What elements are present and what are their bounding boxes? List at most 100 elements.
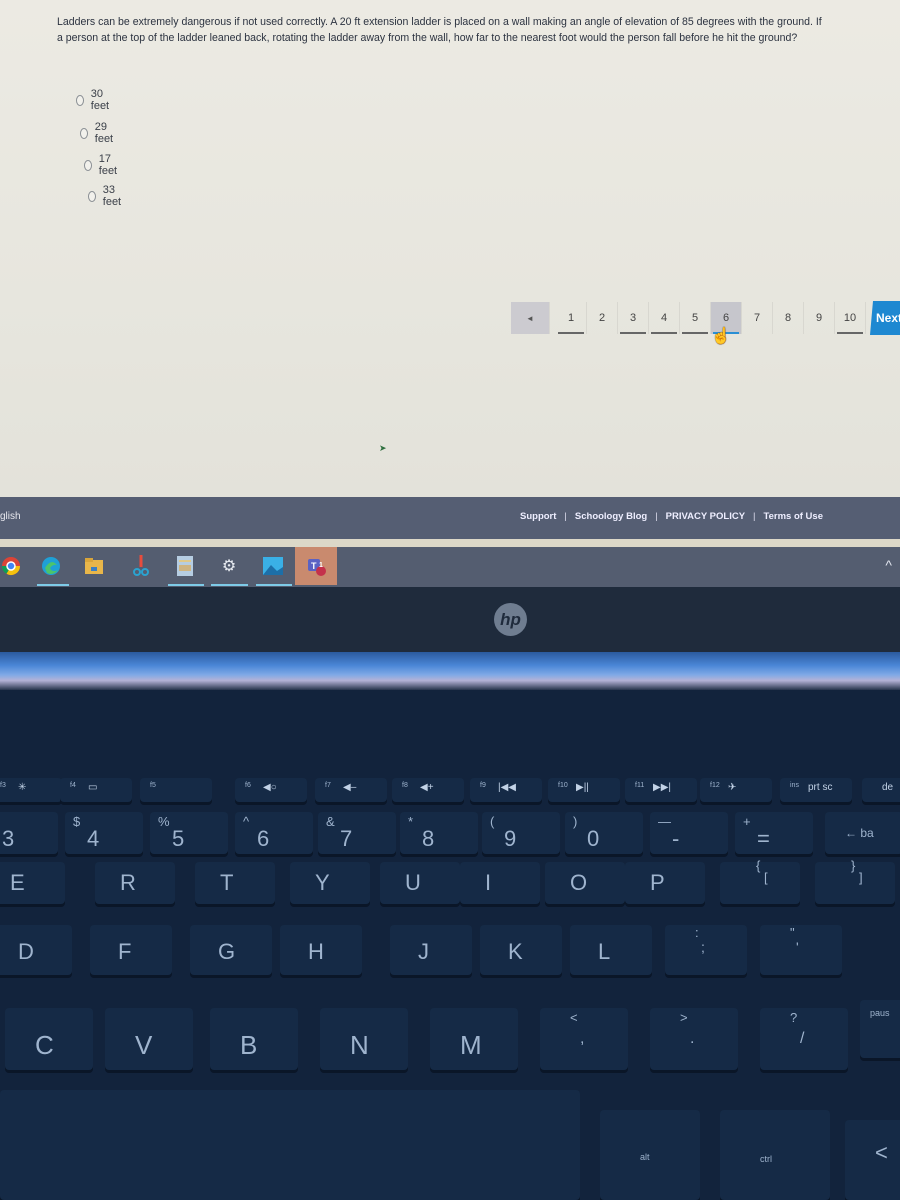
letter-key[interactable]: L: [570, 925, 652, 975]
previous-page-button[interactable]: ◄: [511, 302, 550, 334]
radio-button[interactable]: [84, 159, 92, 171]
letter-key[interactable]: V: [105, 1008, 193, 1070]
letter-key[interactable]: B: [210, 1008, 298, 1070]
answer-option[interactable]: 17 feet: [84, 153, 120, 177]
next-button[interactable]: Next: [870, 301, 900, 335]
function-key[interactable]: f12 ✈: [700, 778, 772, 802]
number-key[interactable]: & 7: [318, 812, 396, 854]
letter-key[interactable]: :;: [665, 925, 747, 975]
function-key[interactable]: f10 ▶||: [548, 778, 620, 802]
key-label: ,: [580, 1030, 585, 1047]
page-number: 3: [629, 312, 637, 324]
letter-key[interactable]: F: [90, 925, 172, 975]
number-key[interactable]: + =: [735, 812, 813, 854]
settings-icon[interactable]: ⚙: [218, 555, 240, 577]
privacy-policy-link[interactable]: PRIVACY POLICY: [666, 511, 745, 522]
letter-key[interactable]: }]: [815, 858, 895, 904]
letter-key[interactable]: H: [280, 925, 362, 975]
number-key[interactable]: $4: [65, 812, 143, 854]
function-key-label: f4: [70, 782, 76, 789]
letter-key[interactable]: O: [545, 862, 625, 904]
letter-key[interactable]: G: [190, 925, 272, 975]
function-key[interactable]: f4 ▭: [60, 778, 132, 802]
letter-key[interactable]: M: [430, 1008, 518, 1070]
letter-key[interactable]: Y: [290, 862, 370, 904]
file-explorer-icon[interactable]: [83, 555, 105, 577]
key-label: C: [35, 1030, 54, 1060]
running-indicator: [168, 584, 204, 586]
alt-key[interactable]: alt: [600, 1110, 700, 1200]
function-key-label: f10: [558, 782, 568, 789]
letter-key[interactable]: >.: [650, 1008, 738, 1070]
radio-button[interactable]: [80, 127, 88, 139]
letter-key[interactable]: T: [195, 862, 275, 904]
ctrl-key[interactable]: ctrl: [720, 1110, 830, 1200]
function-key-label: f9: [480, 782, 486, 789]
function-key[interactable]: f5: [140, 778, 212, 802]
letter-key[interactable]: ? /: [760, 1008, 848, 1070]
letter-key[interactable]: <,: [540, 1008, 628, 1070]
number-key[interactable]: * 8: [400, 812, 478, 854]
function-key[interactable]: f8 ◀+: [392, 778, 464, 802]
support-link[interactable]: Support: [520, 511, 556, 522]
function-key[interactable]: de: [862, 778, 900, 802]
letter-key[interactable]: {[: [720, 858, 800, 904]
key-label: L: [598, 939, 611, 964]
page-button-4[interactable]: 4: [649, 302, 680, 334]
letter-key[interactable]: N: [320, 1008, 408, 1070]
number-key[interactable]: % 5: [150, 812, 228, 854]
page-button-5[interactable]: 5: [680, 302, 711, 334]
letter-key[interactable]: P: [625, 862, 705, 904]
page-button-2[interactable]: 2: [587, 302, 618, 334]
radio-button[interactable]: [76, 94, 84, 106]
letter-key[interactable]: " ': [760, 925, 842, 975]
show-hidden-icons-chevron-up-icon[interactable]: ^: [885, 557, 892, 573]
chrome-icon[interactable]: [0, 555, 22, 577]
letter-key[interactable]: U: [380, 862, 460, 904]
page-button-1[interactable]: 1: [556, 302, 587, 334]
letter-key[interactable]: C: [5, 1008, 93, 1070]
number-key[interactable]: — -: [650, 812, 728, 854]
function-key[interactable]: f3 ✳: [0, 778, 62, 802]
schoology-blog-link[interactable]: Schoology Blog: [575, 511, 647, 522]
radio-button[interactable]: [88, 190, 96, 202]
answer-option[interactable]: 29 feet: [80, 121, 116, 145]
answer-option[interactable]: 30 feet: [76, 88, 112, 112]
answer-option[interactable]: 33 feet: [88, 184, 124, 208]
edge-icon[interactable]: [40, 555, 62, 577]
function-key-icon: ◀+: [420, 782, 434, 793]
photos-icon[interactable]: [262, 555, 284, 577]
function-key[interactable]: f6 ◀○: [235, 778, 307, 802]
teams-icon[interactable]: T 1: [295, 547, 337, 585]
spacebar[interactable]: [0, 1090, 580, 1200]
notepad-icon[interactable]: [174, 555, 196, 577]
left-arrow-key[interactable]: <: [845, 1120, 900, 1200]
running-indicator: [256, 584, 292, 586]
function-key[interactable]: f7 ◀–: [315, 778, 387, 802]
number-key[interactable]: ^ 6: [235, 812, 313, 854]
snipping-tool-icon[interactable]: [130, 555, 152, 577]
letter-key[interactable]: J: [390, 925, 472, 975]
number-key[interactable]: #3: [0, 812, 58, 854]
page-button-9[interactable]: 9: [804, 302, 835, 334]
page-button-7[interactable]: 7: [742, 302, 773, 334]
page-button-8[interactable]: 8: [773, 302, 804, 334]
function-key[interactable]: f9 |◀◀: [470, 778, 542, 802]
key-label: E: [10, 870, 25, 895]
number-key[interactable]: ) 0: [565, 812, 643, 854]
function-key[interactable]: ins prt sc: [780, 778, 852, 802]
letter-key[interactable]: K: [480, 925, 562, 975]
letter-key[interactable]: E: [0, 862, 65, 904]
page-button-10[interactable]: 10: [835, 302, 866, 334]
function-key[interactable]: f11 ▶▶|: [625, 778, 697, 802]
letter-key[interactable]: I: [460, 862, 540, 904]
letter-key[interactable]: R: [95, 862, 175, 904]
number-key[interactable]: (9: [482, 812, 560, 854]
language-selector[interactable]: glish: [0, 511, 21, 522]
pause-key[interactable]: paus: [860, 1000, 900, 1058]
terms-of-use-link[interactable]: Terms of Use: [764, 511, 823, 522]
page-button-3[interactable]: 3: [618, 302, 649, 334]
letter-key[interactable]: D: [0, 925, 72, 975]
notification-badge: 1: [319, 562, 323, 569]
number-key[interactable]: ← ba: [825, 812, 900, 854]
